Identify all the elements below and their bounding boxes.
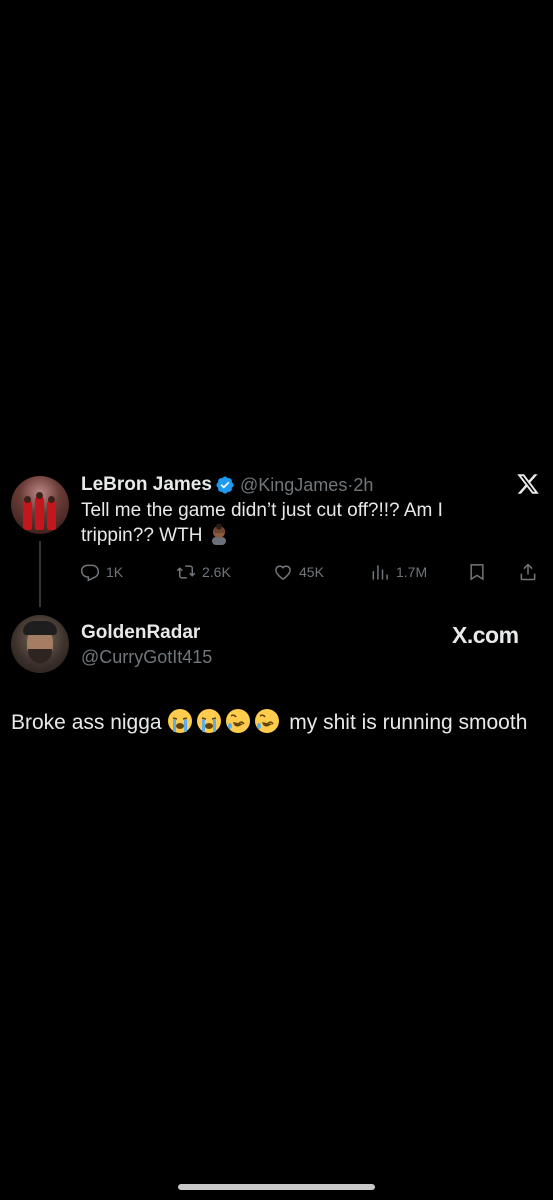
views-chart-icon [372,565,388,580]
heart-icon [275,565,291,580]
loudly-crying-face-emoji [197,709,222,733]
reply-text: Broke ass nigga my shit is running smoot… [11,707,541,738]
tweet-text: Tell me the game didn’t just cut off?!!?… [81,500,443,546]
x-com-brand: X.com [452,622,519,648]
like-count: 45K [299,564,324,580]
man-facepalming-emoji [208,523,230,545]
verified-badge-icon [216,476,234,494]
goldenradar-avatar[interactable] [11,615,69,673]
share-button[interactable] [518,561,538,583]
views-button[interactable]: 1.7M [370,561,427,583]
share-icon [520,563,536,581]
views-count: 1.7M [396,564,428,580]
reply-icon [80,564,100,582]
reply-author-name[interactable]: GoldenRadar [81,622,200,644]
thread-line [39,541,41,607]
author-handle[interactable]: @KingJames·2h [240,475,373,496]
loudly-crying-face-emoji [168,709,193,733]
like-button[interactable]: 45K [273,561,324,583]
tweet-time: 2h [353,475,374,495]
reply-count: 1K [106,564,124,580]
bookmark-button[interactable] [467,561,487,583]
repost-count: 2.6K [202,564,231,580]
reply-button[interactable]: 1K [80,561,123,583]
x-logo-icon[interactable] [516,472,540,496]
reply-author-handle[interactable]: @CurryGotIt415 [81,647,212,668]
author-name[interactable]: LeBron James [81,474,212,496]
repost-icon [176,565,196,579]
rolling-on-floor-laughing-emoji [255,709,280,733]
repost-button[interactable]: 2.6K [176,561,231,583]
rolling-on-floor-laughing-emoji [226,709,251,733]
bookmark-icon [470,564,484,581]
home-indicator[interactable] [178,1184,375,1190]
lebron-avatar[interactable] [11,476,69,534]
